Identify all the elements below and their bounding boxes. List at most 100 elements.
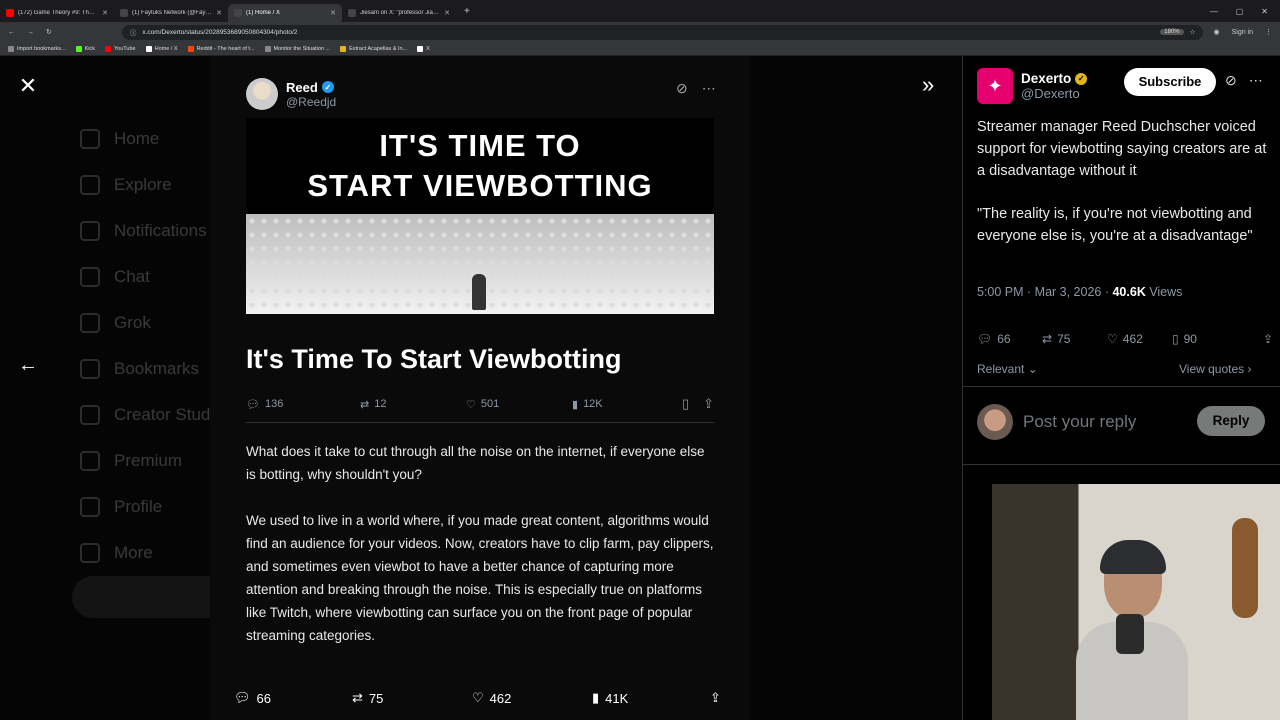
dimmed-nav-icon xyxy=(80,221,100,241)
browser-tab[interactable]: Jiesam on X: "professor Jiang e ✕ xyxy=(342,4,456,22)
forward-nav-icon[interactable]: → xyxy=(27,29,34,36)
author-handle: @Reedjd xyxy=(286,94,337,109)
bookmark-item[interactable]: Home / X xyxy=(145,45,178,52)
article-likes[interactable]: ♡ 501 xyxy=(466,398,572,411)
avatar xyxy=(977,404,1013,440)
address-bar[interactable]: ⓘ x.com/Dexerto/status/20289536890508043… xyxy=(121,24,1204,40)
bottom-reposts[interactable]: ⇄ 75 xyxy=(352,690,383,706)
article-likes-count: 501 xyxy=(480,398,500,410)
dimmed-nav-item: Grok xyxy=(80,300,224,346)
zoom-badge[interactable]: 180% xyxy=(1160,29,1184,35)
close-tab-icon[interactable]: ✕ xyxy=(330,9,336,17)
bookmark-item[interactable]: YouTube xyxy=(105,45,136,52)
bottom-share[interactable]: ⇪ xyxy=(710,690,721,706)
article-top-actions: ⊘ ⋯ xyxy=(676,80,716,97)
share-icon[interactable]: ⇪ xyxy=(703,396,714,412)
tweet-like-action[interactable]: ♡ 462 xyxy=(1107,332,1172,346)
close-tab-icon[interactable]: ✕ xyxy=(216,9,222,17)
bookmark-item[interactable]: Reddit - The heart of t... xyxy=(187,45,255,52)
bookmark-icon[interactable]: ▯ xyxy=(682,396,689,412)
bottom-likes[interactable]: ♡ 462 xyxy=(472,690,511,706)
reply-icon: 💬︎ xyxy=(246,398,260,411)
article-stats: 💬︎ 136 ⇄ 12 ♡ 501 ▮ 12K ▯ ⇪ xyxy=(246,396,714,412)
tweet-reposts-count: 75 xyxy=(1057,332,1071,346)
bookmark-favicon-icon xyxy=(417,45,424,52)
tab-favicon-icon xyxy=(348,8,356,17)
back-nav-icon[interactable]: ← xyxy=(8,29,15,36)
sign-in-label[interactable]: Sign in xyxy=(1232,29,1253,36)
article-reposts[interactable]: ⇄ 12 xyxy=(360,398,466,411)
tweet-reply-action[interactable]: 💬︎ 66 xyxy=(977,332,1042,346)
site-info-icon[interactable]: ⓘ xyxy=(130,27,137,37)
collapse-panel-icon[interactable]: » xyxy=(922,72,934,98)
star-icon[interactable]: ☆ xyxy=(1190,28,1196,36)
article-views[interactable]: ▮ 12K xyxy=(572,398,680,411)
browser-nav-bar: ← → ↻ ⓘ x.com/Dexerto/status/20289536890… xyxy=(0,22,1280,42)
divider xyxy=(963,464,1280,465)
minimize-icon[interactable]: — xyxy=(1210,7,1218,16)
tweet-views-count: 40.6K xyxy=(1112,285,1146,299)
bookmark-favicon-icon xyxy=(105,45,111,52)
like-icon: ♡ xyxy=(466,398,476,411)
browser-tab[interactable]: (172) Game Theory #9: The US ✕ xyxy=(0,4,114,22)
tweet-author[interactable]: ✦ Dexerto ✓ @Dexerto xyxy=(977,68,1088,104)
reply-input[interactable]: Post your reply xyxy=(1023,412,1136,432)
reply-composer[interactable]: Post your reply xyxy=(977,404,1136,440)
maximize-icon[interactable]: ▢ xyxy=(1236,7,1244,16)
reload-icon[interactable]: ↻ xyxy=(46,28,52,36)
article-paragraph-1: What does it take to cut through all the… xyxy=(246,444,705,482)
url-text: x.com/Dexerto/status/2028953689050804304… xyxy=(142,28,298,36)
bookmark-item[interactable]: Kick xyxy=(75,45,95,52)
bookmark-label: Extract Acapellas & In... xyxy=(349,45,408,52)
dimmed-nav-icon xyxy=(80,405,100,425)
tab-list: (172) Game Theory #9: The US ✕ (1) Faytuks… xyxy=(0,1,456,22)
reply-sort-dropdown[interactable]: Relevant ⌄ xyxy=(977,362,1038,376)
bottom-replies-count: 66 xyxy=(256,690,271,706)
dimmed-nav-item: Premium xyxy=(80,438,224,484)
close-icon[interactable]: ✕ xyxy=(16,74,40,98)
close-tab-icon[interactable]: ✕ xyxy=(444,9,450,17)
bookmarks-bar: Import bookmarks... Kick YouTube Home / X Re… xyxy=(0,42,1280,56)
author-name: Reed xyxy=(286,79,318,95)
bookmark-item[interactable]: X xyxy=(417,45,430,52)
browser-tab[interactable]: (1) Faytuks Network (@Faytuks ✕ xyxy=(114,4,228,22)
grok-icon[interactable]: ⊘ xyxy=(1225,72,1237,89)
dimmed-nav-icon xyxy=(80,543,100,563)
dimmed-nav-icon xyxy=(80,451,100,471)
previous-image-icon[interactable]: ← xyxy=(16,354,40,378)
grok-icon[interactable]: ⊘ xyxy=(676,80,688,97)
tweet-time[interactable]: 5:00 PM · Mar 3, 2026 · xyxy=(977,285,1112,299)
subscribe-button[interactable]: Subscribe xyxy=(1124,68,1216,96)
close-window-icon[interactable]: ✕ xyxy=(1261,7,1268,16)
bookmark-item[interactable]: Monitor the Situation ... xyxy=(264,45,330,52)
profile-icon[interactable]: ◉ xyxy=(1213,28,1219,36)
avatar[interactable] xyxy=(246,78,278,110)
dimmed-nav-item: Chat xyxy=(80,254,224,300)
tab-title: (1) Home / X xyxy=(246,9,281,16)
more-icon[interactable]: ⋯ xyxy=(702,80,716,97)
article-author[interactable]: Reed ✓ @Reedjd xyxy=(246,78,336,110)
tweet-text-2: "The reality is, if you're not viewbotti… xyxy=(977,206,1253,244)
new-tab-button[interactable]: + xyxy=(456,6,478,17)
tweet-bookmark-action[interactable]: ▯ 90 xyxy=(1172,332,1237,346)
bottom-views[interactable]: ▮ 41K xyxy=(592,690,628,706)
dimmed-nav-icon xyxy=(80,497,100,517)
dexerto-logo-icon[interactable]: ✦ xyxy=(977,68,1013,104)
tweet-repost-action[interactable]: ⇄ 75 xyxy=(1042,332,1107,346)
bookmark-item[interactable]: Extract Acapellas & In... xyxy=(340,45,408,52)
article-replies[interactable]: 💬︎ 136 xyxy=(246,398,360,411)
dimmed-nav-label: Profile xyxy=(114,497,163,516)
view-quotes-link[interactable]: View quotes › xyxy=(1179,362,1252,376)
browser-tab[interactable]: (1) Home / X ✕ xyxy=(228,3,342,22)
share-icon[interactable]: ⇪ xyxy=(1263,332,1273,346)
extensions-icon[interactable]: ⋮ xyxy=(1265,28,1272,36)
bottom-replies[interactable]: 💬︎ 66 xyxy=(234,690,271,706)
bookmark-label: Home / X xyxy=(154,45,178,52)
bookmark-item[interactable]: Import bookmarks... xyxy=(8,45,66,52)
divider xyxy=(963,386,1280,387)
reply-sort-label: Relevant xyxy=(977,362,1025,376)
reply-button[interactable]: Reply xyxy=(1197,406,1265,436)
more-icon[interactable]: ⋯ xyxy=(1249,72,1263,89)
browser-tab-bar: (172) Game Theory #9: The US ✕ (1) Faytuks… xyxy=(0,0,1280,22)
close-tab-icon[interactable]: ✕ xyxy=(102,9,108,17)
